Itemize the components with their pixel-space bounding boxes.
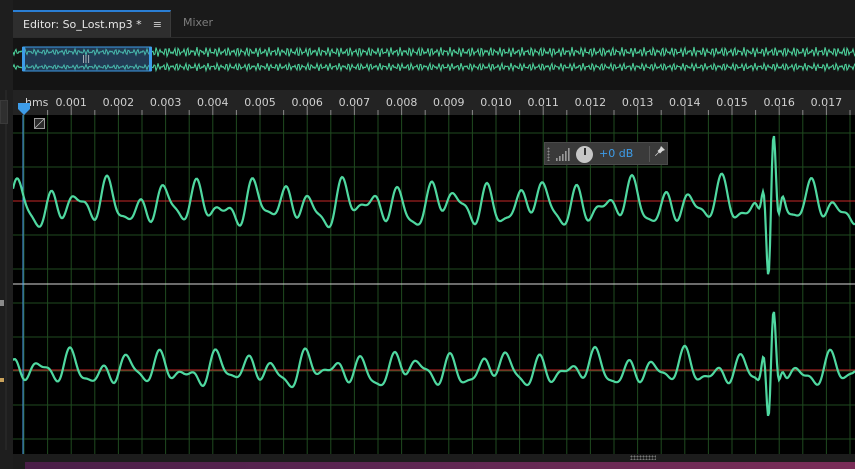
ruler-tick-label: 0.008 (386, 96, 418, 109)
waveform-display[interactable] (13, 115, 855, 454)
gain-value[interactable]: +0 dB (599, 143, 633, 165)
hud-volume-control[interactable]: +0 dB (544, 142, 668, 165)
hud-grip-handle[interactable] (547, 147, 550, 161)
ruler-tick-label: 0.010 (480, 96, 512, 109)
overview-range-left-handle[interactable] (22, 47, 25, 71)
ruler-tick-label: 0.004 (197, 96, 229, 109)
playhead-marker[interactable] (18, 103, 30, 115)
ruler-tick-label: 0.017 (811, 96, 843, 109)
overview-range-right-handle[interactable] (149, 47, 152, 71)
overview-waveform[interactable]: ||| (13, 38, 855, 90)
ruler-tick-label: 0.013 (622, 96, 654, 109)
scrollbar-thumb[interactable] (25, 462, 855, 469)
ruler-tick-label: 0.014 (669, 96, 701, 109)
time-ruler[interactable]: hms 0.001 0.002 0.003 0.004 0.005 0.006 0.007 0.… (13, 90, 855, 116)
ruler-tick-label: 0.011 (527, 96, 559, 109)
pin-icon[interactable] (653, 145, 667, 163)
overview-grip-icon[interactable]: ||| (82, 54, 90, 63)
ruler-tick-label: 0.007 (339, 96, 371, 109)
tab-editor[interactable]: Editor: So_Lost.mp3 * ≡ (13, 10, 171, 37)
ruler-tick-label: 0.002 (103, 96, 135, 109)
ruler-tick-label: 0.016 (763, 96, 795, 109)
tab-mixer[interactable]: Mixer (173, 10, 253, 37)
channel-marker-right (0, 378, 4, 382)
ruler-tick-label: 0.003 (150, 96, 182, 109)
level-meter-icon (556, 148, 570, 161)
waveform-channel-right (13, 311, 855, 417)
ruler-tick-label: 0.012 (575, 96, 607, 109)
ruler-tick-label: 0.006 (291, 96, 323, 109)
tab-editor-label: Editor: So_Lost.mp3 * (23, 18, 142, 31)
waveform-channel-left (13, 135, 855, 275)
ruler-tick-label: 0.001 (55, 96, 87, 109)
zoom-corner-icon[interactable] (34, 118, 45, 129)
ruler-tick-label: 0.015 (716, 96, 748, 109)
panel-menu-icon[interactable]: ≡ (153, 12, 162, 38)
channel-marker-left (0, 300, 4, 306)
time-ruler-graphic: hms 0.001 0.002 0.003 0.004 0.005 0.006 0.007 0.… (18, 96, 851, 115)
ruler-tick-label: 0.009 (433, 96, 465, 109)
overview-waveform-graphic: ||| (13, 45, 855, 73)
panel-resize-handle[interactable] (0, 100, 8, 124)
ruler-tick-label: 0.005 (244, 96, 276, 109)
left-panel-edge (0, 0, 13, 469)
volume-knob[interactable] (576, 146, 593, 163)
panel-tab-bar: Editor: So_Lost.mp3 * ≡ Mixer (13, 0, 855, 38)
horizontal-scrollbar[interactable] (13, 454, 855, 469)
scrollbar-grip-icon[interactable] (630, 455, 656, 460)
waveform-graphic (13, 115, 855, 454)
tab-mixer-label: Mixer (183, 16, 214, 29)
